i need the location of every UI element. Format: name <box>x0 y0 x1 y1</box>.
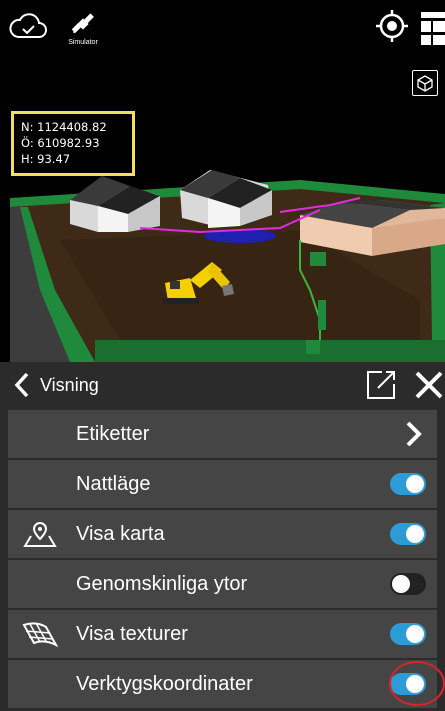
building-1 <box>70 176 160 232</box>
cube-icon <box>417 75 433 92</box>
coordinate-height: H: 93.47 <box>21 152 71 166</box>
layers-icon <box>421 12 445 45</box>
coordinate-north: N: 1124408.82 <box>21 120 107 134</box>
settings-list: Etiketter Nattläge Visa karta Genomskinl… <box>0 410 445 710</box>
transparent-surfaces-toggle[interactable] <box>390 573 426 595</box>
gps-source-label: Simulator <box>68 38 98 46</box>
building-2 <box>180 170 272 228</box>
view-cube-button[interactable] <box>412 70 438 96</box>
setting-tool-coordinates-row: Verktygskoordinater <box>8 660 437 708</box>
setting-night-mode-row: Nattläge <box>8 460 437 508</box>
toggle-knob <box>392 575 410 593</box>
setting-label: Etiketter <box>76 422 150 445</box>
external-link-icon <box>367 371 395 399</box>
map-pin-icon <box>22 519 58 549</box>
setting-label: Visa texturer <box>76 622 188 645</box>
setting-transparent-surfaces-row: Genomskinliga ytor <box>8 560 437 608</box>
setting-show-map-row: Visa karta <box>8 510 437 558</box>
setting-label: Visa karta <box>76 522 165 545</box>
setting-show-textures-row: Visa texturer <box>8 610 437 658</box>
show-map-toggle[interactable] <box>390 523 426 545</box>
cloud-check-icon <box>9 13 47 38</box>
open-external-button[interactable] <box>366 370 396 400</box>
tool-coordinates-toggle[interactable] <box>390 673 426 695</box>
3d-viewport[interactable]: Simulator N: 1124408.82 Ö: 610982.93 H: … <box>0 0 445 362</box>
toggle-knob <box>406 525 424 543</box>
show-textures-toggle[interactable] <box>390 623 426 645</box>
coordinate-east: Ö: 610982.93 <box>21 136 100 150</box>
setting-label: Genomskinliga ytor <box>76 572 248 595</box>
night-mode-toggle[interactable] <box>390 473 426 495</box>
layers-button[interactable] <box>418 8 445 48</box>
chevron-left-icon <box>14 372 29 398</box>
toggle-knob <box>406 475 424 493</box>
close-icon <box>415 371 443 399</box>
site-model-scene <box>10 170 445 362</box>
locate-button[interactable] <box>372 6 412 46</box>
back-button[interactable]: Visning <box>14 371 104 399</box>
crosshair-icon <box>376 10 408 42</box>
toggle-knob <box>406 625 424 643</box>
setting-label: Nattläge <box>76 472 151 495</box>
panel-header: Visning <box>0 362 445 407</box>
tool-coordinates-box: N: 1124408.82 Ö: 610982.93 H: 93.47 <box>11 111 135 176</box>
view-settings-panel: Visning Etiketter Nattläge Visa karta Ge… <box>0 362 445 711</box>
setting-label: Verktygskoordinater <box>76 672 253 695</box>
texture-icon <box>22 619 58 649</box>
close-button[interactable] <box>414 370 444 400</box>
gps-status-button[interactable]: Simulator <box>56 4 110 52</box>
toggle-knob <box>406 675 424 693</box>
satellite-icon <box>71 12 94 33</box>
panel-title: Visning <box>40 374 99 395</box>
chevron-right-icon <box>406 421 422 447</box>
setting-labels-row[interactable]: Etiketter <box>8 410 437 458</box>
cloud-sync-button[interactable] <box>6 8 50 44</box>
